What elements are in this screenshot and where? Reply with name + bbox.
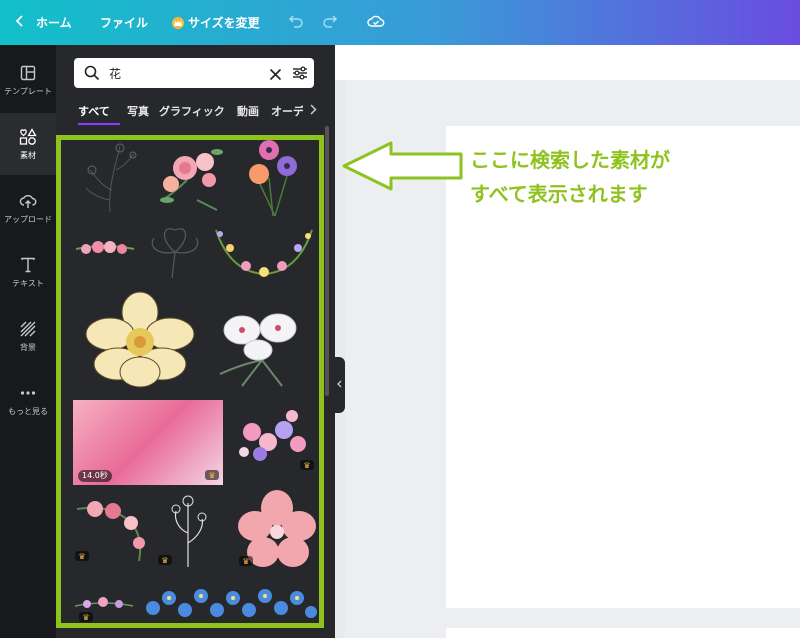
- wildflower-wreath-graphic[interactable]: [210, 222, 318, 284]
- chevron-right-icon[interactable]: [310, 104, 317, 118]
- redo-button[interactable]: [323, 0, 339, 45]
- premium-crown-icon: ♛: [79, 612, 93, 622]
- resize-button[interactable]: サイズを変更: [172, 0, 260, 45]
- search-input[interactable]: 花: [109, 65, 121, 82]
- design-page-next[interactable]: [446, 628, 800, 638]
- blue-forget-me-not-graphic[interactable]: [141, 576, 319, 628]
- crown-icon: [172, 16, 184, 29]
- rail-item-uploads[interactable]: アップロード: [0, 177, 56, 239]
- elements-icon: [19, 127, 37, 147]
- chevron-left-icon: [15, 15, 24, 30]
- cloud-check-icon: [367, 14, 385, 31]
- rail-item-elements[interactable]: 素材: [0, 113, 56, 175]
- rose-bouquet-graphic[interactable]: [157, 140, 229, 215]
- sketch-flower-graphic[interactable]: [80, 140, 142, 215]
- undo-button[interactable]: [287, 0, 303, 45]
- home-label: ホーム: [36, 16, 72, 30]
- poppy-flowers-graphic[interactable]: [245, 138, 307, 218]
- rail-label: もっと見る: [8, 407, 48, 416]
- filter-sliders-icon[interactable]: [292, 65, 308, 85]
- rail-item-templates[interactable]: テンプレート: [0, 49, 56, 111]
- rose-corner-graphic[interactable]: ♛: [73, 495, 151, 563]
- tab-graphics[interactable]: グラフィック: [159, 103, 225, 119]
- category-tabs: すべて 写真 グラフィック 動画 オーデ: [78, 99, 328, 127]
- annotation-arrow: [341, 140, 466, 196]
- home-button[interactable]: ホーム: [15, 0, 72, 45]
- flower-garland-graphic[interactable]: [74, 235, 136, 263]
- pink-flower-video[interactable]: 14.0秒 ♛: [73, 400, 223, 485]
- template-icon: [20, 63, 36, 83]
- rail-item-background[interactable]: 背景: [0, 305, 56, 367]
- rail-label: 背景: [20, 343, 36, 352]
- annotation-line-1: ここに検索した素材が: [470, 148, 670, 172]
- collapse-panel-button[interactable]: [333, 357, 345, 413]
- rail-label: アップロード: [4, 215, 52, 224]
- panel-scrollbar[interactable]: [325, 126, 329, 396]
- rail-label: テンプレート: [4, 87, 52, 96]
- rail-item-more[interactable]: もっと見る: [0, 369, 56, 431]
- tab-audio[interactable]: オーデ: [271, 103, 303, 119]
- annotation-line-2: すべて表示されます: [470, 182, 648, 206]
- undo-icon: [287, 14, 303, 31]
- more-dots-icon: [20, 383, 36, 403]
- video-duration-badge: 14.0秒: [78, 470, 112, 482]
- cloud-upload-icon: [19, 191, 37, 211]
- tab-all[interactable]: すべて: [78, 103, 110, 119]
- premium-crown-icon: ♛: [239, 556, 253, 566]
- chevron-left-small-icon: [336, 380, 342, 391]
- active-tab-indicator: [78, 123, 120, 125]
- tab-photos[interactable]: 写真: [127, 103, 149, 119]
- tab-videos[interactable]: 動画: [237, 103, 259, 119]
- background-pattern-icon: [20, 319, 36, 339]
- cloud-save-button[interactable]: [367, 0, 385, 45]
- line-art-flower-graphic[interactable]: [140, 220, 210, 280]
- text-icon: [20, 255, 36, 275]
- rail-label: 素材: [20, 151, 36, 160]
- premium-crown-icon: ♛: [158, 555, 172, 565]
- side-rail: テンプレート 素材 アップロード テキスト 背景 もっと見る: [0, 45, 56, 638]
- top-bar: ホーム ファイル サイズを変更: [0, 0, 800, 45]
- file-label: ファイル: [100, 16, 149, 30]
- premium-crown-icon: ♛: [75, 551, 89, 561]
- search-box[interactable]: 花: [74, 58, 314, 88]
- wildflower-line-art-graphic[interactable]: ♛: [158, 493, 220, 569]
- colorful-flower-cluster-graphic[interactable]: ♛: [230, 402, 318, 470]
- resize-label: サイズを変更: [188, 16, 260, 30]
- white-lily-graphic[interactable]: [212, 300, 312, 390]
- annotation-text: ここに検索した素材が すべて表示されます: [470, 143, 670, 211]
- rail-label: テキスト: [12, 279, 44, 288]
- clear-icon[interactable]: [269, 66, 282, 85]
- small-floral-border-graphic[interactable]: ♛: [73, 590, 135, 622]
- premium-crown-icon: ♛: [205, 470, 219, 480]
- pink-blossom-graphic[interactable]: ♛: [237, 490, 317, 572]
- canvas-toolbar-strip: [335, 45, 800, 80]
- premium-crown-icon: ♛: [300, 460, 314, 470]
- redo-icon: [323, 14, 339, 31]
- search-icon: [84, 65, 100, 85]
- rail-item-text[interactable]: テキスト: [0, 241, 56, 303]
- file-menu-button[interactable]: ファイル: [100, 0, 148, 45]
- cream-peony-graphic[interactable]: [74, 290, 206, 390]
